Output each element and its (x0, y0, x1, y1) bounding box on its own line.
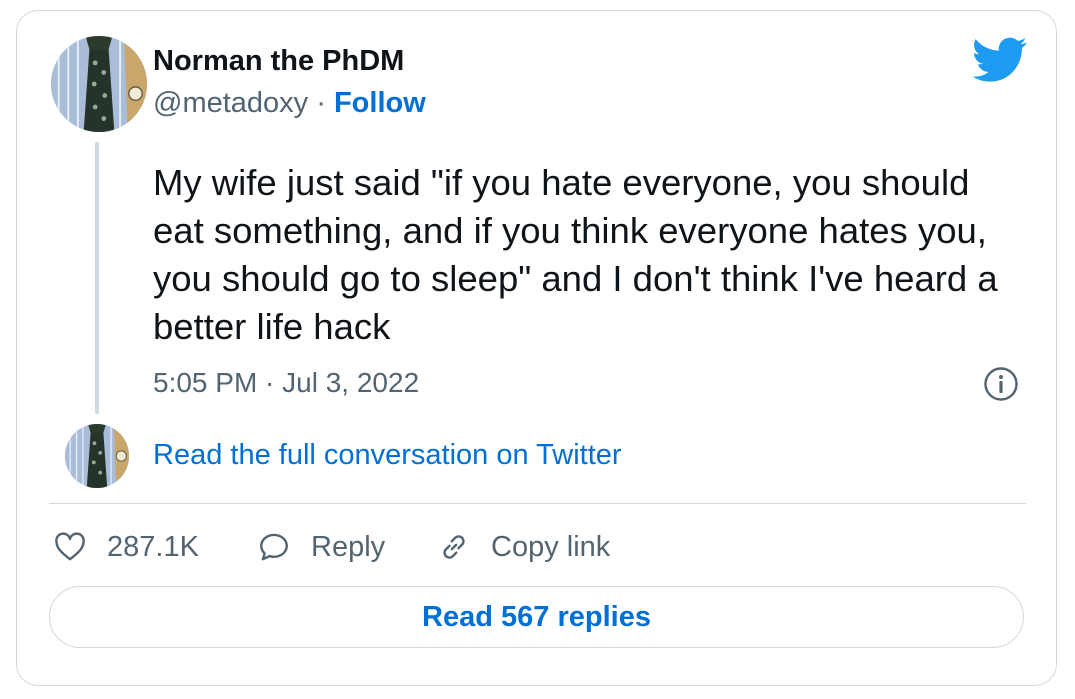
author-name[interactable]: Norman the PhDM (153, 45, 404, 78)
twitter-bird-icon[interactable] (972, 37, 1028, 83)
tweet-timestamp[interactable]: 5:05 PM · Jul 3, 2022 (153, 367, 419, 399)
tweet-embed-card: Norman the PhDM @metadoxy · Follow My wi… (16, 10, 1057, 686)
like-count: 287.1K (107, 530, 199, 563)
link-icon (443, 535, 465, 559)
author-handle[interactable]: @metadoxy (153, 87, 308, 119)
info-icon[interactable] (983, 366, 1019, 402)
like-button[interactable]: 287.1K (53, 527, 199, 567)
reply-button[interactable]: Reply (257, 527, 385, 567)
tweet-text: My wife just said "if you hate everyone,… (153, 162, 998, 347)
copy-link-button[interactable]: Copy link (437, 527, 610, 567)
read-replies-button[interactable]: Read 567 replies (49, 586, 1024, 648)
heart-icon (55, 532, 85, 561)
handle-row: @metadoxy · Follow (153, 87, 426, 120)
author-avatar[interactable] (51, 36, 147, 132)
copy-link-label: Copy link (491, 530, 611, 563)
read-conversation-link[interactable]: Read the full conversation on Twitter (153, 439, 622, 472)
follow-button[interactable]: Follow (334, 87, 426, 119)
thread-line (95, 142, 99, 414)
speech-bubble-icon (260, 533, 288, 561)
reply-label: Reply (311, 530, 386, 563)
handle-separator: · (316, 87, 326, 119)
divider (49, 503, 1026, 504)
conversation-avatar[interactable] (65, 424, 129, 488)
